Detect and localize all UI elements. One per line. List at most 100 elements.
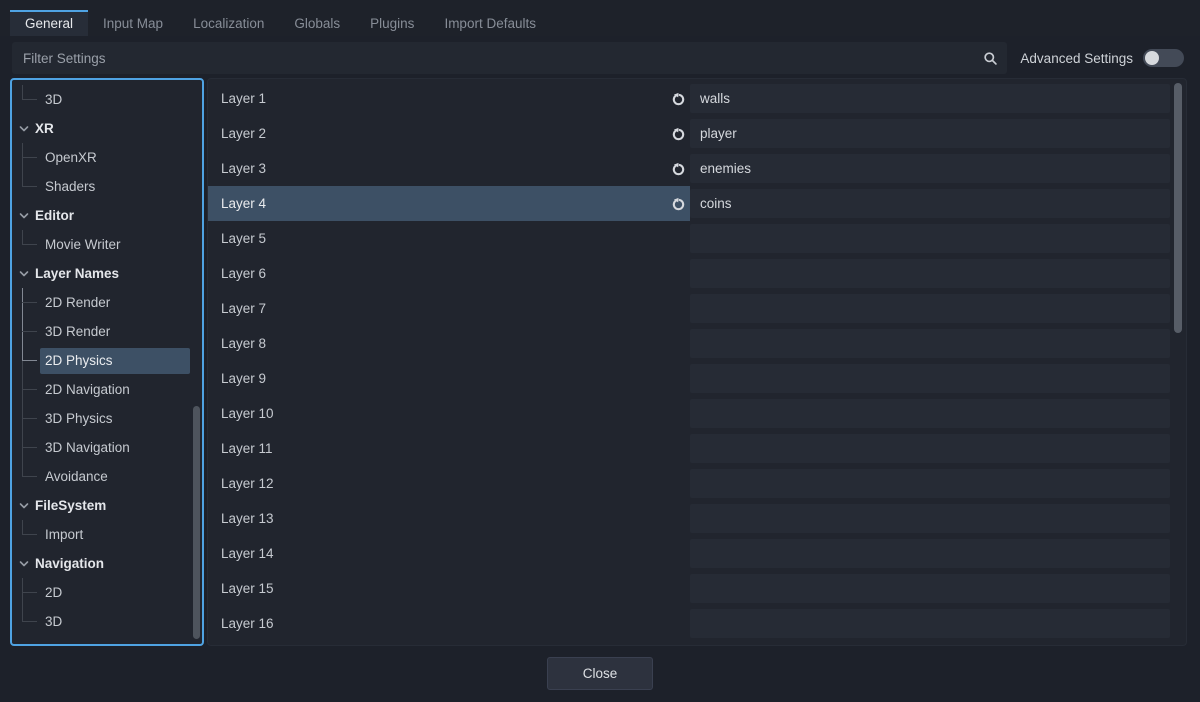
sidebar-item-3d-physics[interactable]: 3D Physics (12, 404, 202, 433)
setting-value: enemies (700, 161, 751, 176)
setting-value-field[interactable] (690, 259, 1170, 288)
setting-value-field[interactable] (690, 609, 1170, 638)
setting-label: Layer 6 (221, 266, 266, 281)
setting-value-cell (690, 396, 1186, 431)
footer: Close (0, 646, 1200, 702)
setting-label: Layer 13 (221, 511, 274, 526)
sidebar-item-filesystem[interactable]: FileSystem (12, 491, 202, 520)
sidebar-item-shaders[interactable]: Shaders (12, 172, 202, 201)
setting-label: Layer 5 (221, 231, 266, 246)
settings-row-layer-3: Layer 3 enemies (208, 151, 1186, 186)
settings-row-layer-7: Layer 7 (208, 291, 1186, 326)
revert-icon[interactable] (671, 91, 686, 106)
setting-label-cell[interactable]: Layer 6 (208, 256, 690, 291)
settings-row-layer-13: Layer 13 (208, 501, 1186, 536)
sidebar-item-2d-navigation[interactable]: 2D Navigation (12, 375, 202, 404)
sidebar-item-openxr[interactable]: OpenXR (12, 143, 202, 172)
sidebar-item-2d-render[interactable]: 2D Render (12, 288, 202, 317)
sidebar-item-label: Movie Writer (40, 232, 190, 258)
chevron-down-icon[interactable] (18, 210, 30, 222)
sidebar-item-3d-render[interactable]: 3D Render (12, 317, 202, 346)
filter-settings-input[interactable] (12, 42, 1007, 74)
setting-label-cell[interactable]: Layer 5 (208, 221, 690, 256)
setting-value-field[interactable] (690, 224, 1170, 253)
main-scrollbar-thumb[interactable] (1174, 83, 1182, 333)
setting-value-cell: player (690, 116, 1186, 151)
setting-value-field[interactable] (690, 329, 1170, 358)
sidebar-item-2d[interactable]: 2D (12, 578, 202, 607)
sidebar-item-3d-navigation[interactable]: 3D Navigation (12, 433, 202, 462)
settings-list: Layer 1 walls Layer 2 (207, 78, 1187, 646)
chevron-down-icon[interactable] (18, 123, 30, 135)
setting-value-field[interactable] (690, 539, 1170, 568)
advanced-settings-toggle[interactable] (1143, 49, 1184, 67)
setting-label-cell[interactable]: Layer 12 (208, 466, 690, 501)
setting-label: Layer 16 (221, 616, 274, 631)
revert-icon[interactable] (671, 126, 686, 141)
settings-row-layer-9: Layer 9 (208, 361, 1186, 396)
project-settings-dialog: General Input Map Localization Globals P… (0, 0, 1200, 702)
tab-label: Globals (294, 16, 340, 31)
setting-value-field[interactable]: coins (690, 189, 1170, 218)
revert-icon[interactable] (671, 196, 686, 211)
setting-value-field[interactable]: walls (690, 84, 1170, 113)
sidebar-item-xr[interactable]: XR (12, 114, 202, 143)
setting-value-field[interactable] (690, 399, 1170, 428)
sidebar-item-import[interactable]: Import (12, 520, 202, 549)
sidebar-item-3d[interactable]: 3D (12, 85, 202, 114)
tab-input-map[interactable]: Input Map (88, 10, 178, 36)
tab-globals[interactable]: Globals (279, 10, 355, 36)
tab-localization[interactable]: Localization (178, 10, 279, 36)
sidebar-item-avoidance[interactable]: Avoidance (12, 462, 202, 491)
setting-value-field[interactable] (690, 434, 1170, 463)
advanced-settings-label: Advanced Settings (1020, 51, 1133, 66)
settings-row-layer-5: Layer 5 (208, 221, 1186, 256)
sidebar-item-layer-names[interactable]: Layer Names (12, 259, 202, 288)
setting-label-cell[interactable]: Layer 4 (208, 186, 690, 221)
setting-label: Layer 10 (221, 406, 274, 421)
sidebar-item-navigation[interactable]: Navigation (12, 549, 202, 578)
tab-import-defaults[interactable]: Import Defaults (429, 10, 551, 36)
sidebar-item-editor[interactable]: Editor (12, 201, 202, 230)
settings-row-layer-16: Layer 16 (208, 606, 1186, 641)
setting-value-field[interactable]: player (690, 119, 1170, 148)
tab-general[interactable]: General (10, 10, 88, 36)
sidebar-item-2d-physics[interactable]: 2D Physics (12, 346, 202, 375)
setting-label-cell[interactable]: Layer 10 (208, 396, 690, 431)
setting-label-cell[interactable]: Layer 11 (208, 431, 690, 466)
setting-label-cell[interactable]: Layer 8 (208, 326, 690, 361)
setting-label-cell[interactable]: Layer 3 (208, 151, 690, 186)
setting-value-field[interactable] (690, 364, 1170, 393)
setting-label-cell[interactable]: Layer 2 (208, 116, 690, 151)
close-button[interactable]: Close (547, 657, 653, 690)
chevron-down-icon[interactable] (18, 500, 30, 512)
sidebar-item-label: 3D Navigation (40, 435, 190, 461)
sidebar-item-3d[interactable]: 3D (12, 607, 202, 636)
setting-value-cell (690, 501, 1186, 536)
setting-label-cell[interactable]: Layer 1 (208, 81, 690, 116)
setting-label-cell[interactable]: Layer 7 (208, 291, 690, 326)
setting-label-cell[interactable]: Layer 15 (208, 571, 690, 606)
search-input[interactable] (23, 51, 977, 66)
setting-value-field[interactable] (690, 504, 1170, 533)
chevron-down-icon[interactable] (18, 558, 30, 570)
setting-label-cell[interactable]: Layer 16 (208, 606, 690, 641)
setting-value-cell (690, 606, 1186, 641)
setting-value-field[interactable] (690, 469, 1170, 498)
setting-value-field[interactable] (690, 294, 1170, 323)
sidebar-item-label: 3D Physics (40, 406, 190, 432)
sidebar-item-movie-writer[interactable]: Movie Writer (12, 230, 202, 259)
sidebar-item-label: 2D Render (40, 290, 190, 316)
settings-row-layer-11: Layer 11 (208, 431, 1186, 466)
tab-plugins[interactable]: Plugins (355, 10, 429, 36)
chevron-down-icon[interactable] (18, 268, 30, 280)
setting-value-field[interactable] (690, 574, 1170, 603)
setting-label-cell[interactable]: Layer 13 (208, 501, 690, 536)
setting-value-field[interactable]: enemies (690, 154, 1170, 183)
setting-label-cell[interactable]: Layer 9 (208, 361, 690, 396)
sidebar-item-label: 3D (40, 87, 190, 113)
setting-label-cell[interactable]: Layer 14 (208, 536, 690, 571)
setting-value-cell (690, 536, 1186, 571)
setting-label: Layer 9 (221, 371, 266, 386)
revert-icon[interactable] (671, 161, 686, 176)
